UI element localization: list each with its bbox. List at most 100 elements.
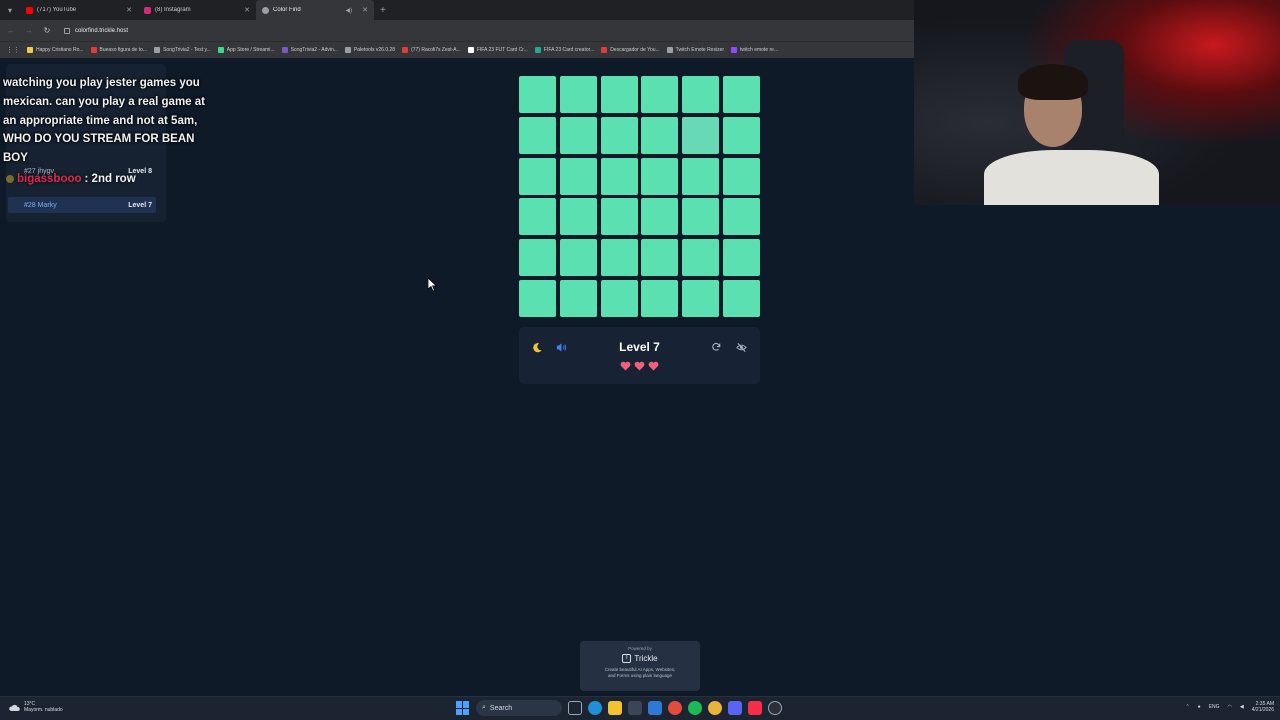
weather-widget[interactable]: 13°C Mayorm. nublado (8, 701, 63, 713)
mail-icon[interactable] (648, 701, 662, 715)
grid-cell[interactable] (722, 116, 760, 154)
chrome-canary-icon[interactable] (708, 701, 722, 715)
new-tab-plus-icon[interactable]: + (380, 5, 386, 16)
microphone-icon[interactable]: ● (1198, 704, 1201, 710)
search-icon: ⌕ (482, 704, 486, 711)
grid-cell[interactable] (519, 76, 556, 113)
caption-line: and Forms using plain language (607, 673, 673, 678)
bookmark-label: SongTrivia2 - Advin... (290, 47, 338, 53)
bookmark-item[interactable]: FIFA 23 FUT Card Cr... (467, 47, 528, 53)
reload-icon[interactable]: ↻ (42, 26, 52, 35)
bookmark-item[interactable]: SongTrivia2 - Test y... (154, 47, 211, 53)
bookmark-item[interactable]: twitch emote re... (731, 47, 778, 53)
bookmark-item[interactable]: App Store / Streami... (217, 47, 275, 53)
site-info-icon[interactable] (64, 27, 70, 34)
spotify-icon[interactable] (688, 701, 702, 715)
taskbar-search[interactable]: ⌕ Search (476, 700, 562, 716)
bookmark-item[interactable]: SongTrivia2 - Advin... (281, 47, 338, 53)
close-icon[interactable]: ✕ (244, 6, 250, 14)
grid-cell[interactable] (722, 198, 760, 236)
grid-cell[interactable] (641, 76, 679, 113)
grid-cell[interactable] (559, 239, 597, 277)
chat-username: bigassbooo (17, 173, 82, 185)
url-field[interactable]: colorfind.trickle.host (64, 27, 129, 34)
bookmark-item[interactable]: (77) Racoli7s Zest-A... (402, 47, 461, 53)
game-panel: Level 7 (519, 327, 760, 384)
windows-start-icon[interactable] (456, 701, 470, 715)
tab-instagram[interactable]: (8) Instagram ✕ (138, 0, 256, 20)
eye-off-icon[interactable] (734, 340, 748, 354)
bookmark-item[interactable]: Bueaso figura de to... (90, 47, 147, 53)
grid-cell[interactable] (600, 157, 638, 195)
grid-cell[interactable] (600, 116, 638, 154)
grid-cell[interactable] (559, 157, 597, 195)
chrome-icon[interactable] (668, 701, 682, 715)
grid-cell[interactable] (682, 198, 720, 236)
close-icon[interactable]: ✕ (126, 6, 132, 14)
grid-cell[interactable] (722, 279, 760, 317)
clock[interactable]: 2:35 AM 4/21/2026 (1252, 701, 1274, 713)
grid-cell[interactable] (682, 239, 720, 277)
grid-cell[interactable] (641, 157, 679, 195)
chat-text: : 2nd row (84, 173, 136, 185)
tab-label: (8) Instagram (155, 7, 191, 13)
grid-cell[interactable] (559, 116, 597, 154)
grid-cell[interactable] (641, 279, 679, 317)
back-arrow-icon[interactable]: ← (6, 26, 16, 35)
bookmark-item[interactable]: Happy Cristiano Ro... (27, 47, 84, 53)
tab-color-find[interactable]: Color Find ◀) ✕ (256, 0, 374, 20)
address-bar-row: ← → ↻ colorfind.trickle.host (0, 20, 914, 41)
bookmark-item[interactable]: Twitch Emote Resizer (666, 47, 724, 53)
obs-icon[interactable] (768, 701, 782, 715)
bookmark-item[interactable]: Descargador de You... (601, 47, 660, 53)
tab-search-icon[interactable]: ▾ (0, 0, 20, 20)
bookmark-item[interactable]: Paletools v26.0.28 (344, 47, 395, 53)
volume-icon[interactable]: ◀ (1240, 704, 1244, 710)
restart-icon[interactable] (709, 340, 723, 354)
language-indicator[interactable]: ENG (1209, 704, 1220, 710)
tab-youtube[interactable]: (717) YouTube ✕ (20, 0, 138, 20)
url-text: colorfind.trickle.host (75, 27, 129, 34)
store-icon[interactable] (628, 701, 642, 715)
file-explorer-icon[interactable] (608, 701, 622, 715)
music-icon[interactable] (748, 701, 762, 715)
grid-cell[interactable] (641, 198, 679, 236)
cloud-icon (9, 704, 20, 711)
grid-cell[interactable] (559, 198, 597, 236)
grid-cell[interactable] (682, 76, 720, 113)
grid-cell[interactable] (519, 239, 556, 277)
grid-cell[interactable] (519, 279, 556, 317)
speaker-icon[interactable]: ◀) (346, 7, 353, 14)
browser-tab-bar: ▾ (717) YouTube ✕ (8) Instagram ✕ Color … (0, 0, 914, 20)
task-view-icon[interactable] (568, 701, 582, 715)
grid-cell[interactable] (559, 76, 597, 113)
edge-icon[interactable] (588, 701, 602, 715)
powered-by-trickle-badge[interactable]: Powered by T Trickle Create beautiful AI… (580, 641, 700, 691)
grid-cell[interactable] (722, 157, 760, 195)
wifi-icon[interactable]: ◠ (1228, 704, 1232, 710)
close-icon[interactable]: ✕ (362, 6, 368, 14)
discord-icon[interactable] (728, 701, 742, 715)
grid-cell[interactable] (722, 239, 760, 277)
leaderboard-row-current: #28 Marky Level 7 (8, 197, 156, 213)
grid-cell[interactable] (519, 198, 556, 236)
grid-cell[interactable] (641, 116, 679, 154)
grid-cell[interactable] (682, 157, 720, 195)
grid-cell[interactable] (722, 76, 760, 113)
bookmark-favicon-icon (281, 47, 288, 53)
chevron-up-icon[interactable]: ⌃ (1185, 704, 1189, 710)
grid-cell[interactable] (600, 239, 638, 277)
grid-cell[interactable] (600, 198, 638, 236)
apps-grid-icon[interactable]: ⋮⋮ (6, 46, 20, 54)
bookmark-item[interactable]: FIFA 23 Card creator... (534, 47, 594, 53)
grid-cell[interactable] (641, 239, 679, 277)
grid-cell[interactable] (600, 76, 638, 113)
grid-cell[interactable] (559, 279, 597, 317)
grid-cell[interactable] (519, 116, 556, 154)
grid-cell[interactable] (682, 279, 720, 317)
forward-arrow-icon[interactable]: → (24, 26, 34, 35)
grid-cell[interactable] (519, 157, 556, 195)
bookmark-favicon-icon (534, 47, 541, 53)
grid-cell-odd[interactable] (682, 116, 720, 154)
grid-cell[interactable] (600, 279, 638, 317)
